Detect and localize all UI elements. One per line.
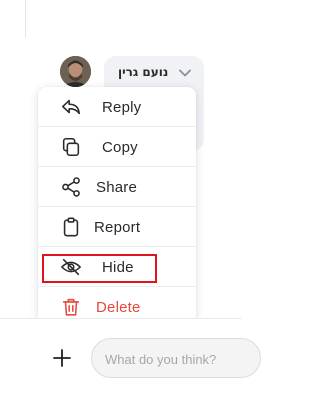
menu-item-label: Copy	[102, 139, 138, 156]
comment-input-wrapper	[91, 338, 261, 379]
menu-item-label: Share	[96, 179, 138, 196]
menu-item-copy[interactable]: Copy	[38, 127, 196, 167]
add-attachment-button[interactable]	[52, 348, 72, 368]
menu-item-label: Report	[94, 219, 141, 236]
hide-highlight-box	[42, 254, 157, 283]
clipboard-icon	[60, 216, 82, 238]
menu-item-label: Delete	[96, 299, 141, 316]
menu-item-reply[interactable]: Reply	[38, 87, 196, 127]
menu-item-report[interactable]: Report	[38, 207, 196, 247]
comment-input[interactable]	[92, 339, 247, 379]
menu-item-share[interactable]: Share	[38, 167, 196, 207]
avatar[interactable]	[60, 56, 91, 87]
trash-icon	[60, 296, 82, 318]
context-menu: Reply Copy Share Report Hide Delete	[38, 87, 196, 323]
menu-item-label: Reply	[102, 99, 142, 116]
thread-divider	[25, 0, 26, 38]
chevron-down-icon[interactable]	[178, 66, 192, 85]
share-icon	[60, 176, 82, 198]
copy-icon	[60, 136, 82, 158]
reply-icon	[60, 96, 82, 118]
comment-author-name[interactable]: נועם גרין	[118, 65, 168, 79]
